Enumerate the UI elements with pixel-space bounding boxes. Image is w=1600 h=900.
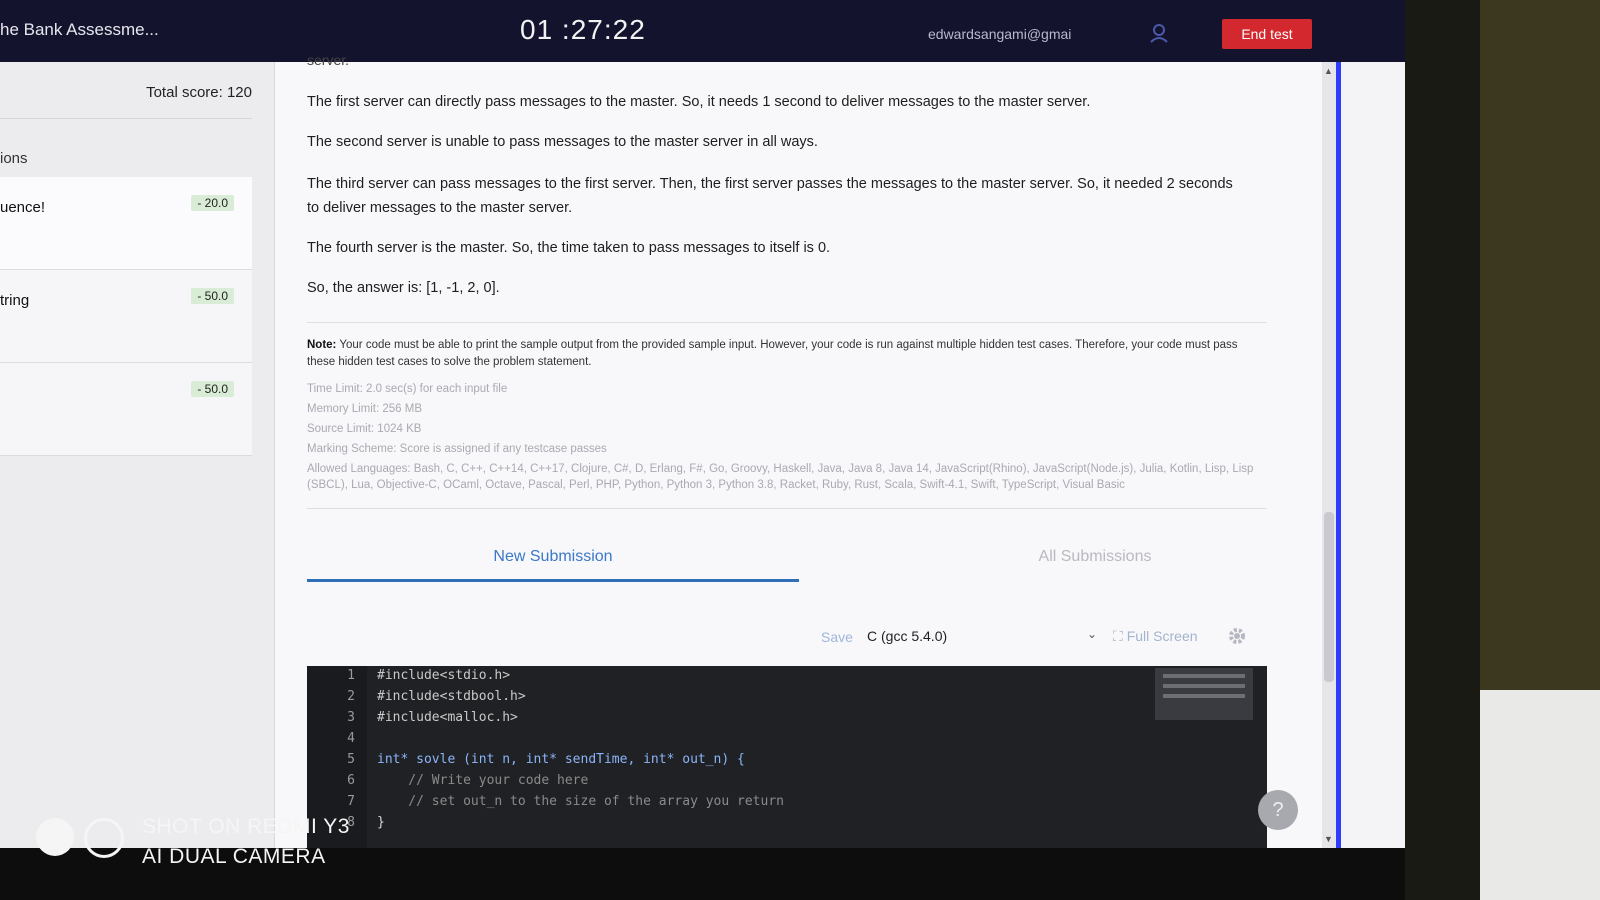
question-item[interactable]: tring - 50.0 <box>0 270 252 363</box>
memory-limit: Memory Limit: 256 MB <box>307 403 423 415</box>
code-line: 8 } <box>307 813 1267 834</box>
total-score: Total score: 120 <box>146 84 252 101</box>
scroll-thumb[interactable] <box>1324 512 1334 682</box>
answer-paragraph: So, the answer is: [1, -1, 2, 0]. <box>307 280 500 296</box>
background-device <box>1480 690 1600 900</box>
code-line: 1 #include<stdio.h> <box>307 666 1267 687</box>
line-number: 2 <box>347 689 355 704</box>
active-tab-indicator <box>307 579 799 582</box>
user-email: edwardsangami@gmai <box>928 26 1072 42</box>
clipped-text: server. <box>307 52 350 68</box>
editor-toolbar: Save C (gcc 5.4.0) ⌄ ⛶ Full Screen <box>307 626 1267 656</box>
code-line: 6 // Write your code here <box>307 771 1267 792</box>
sidebar-divider <box>0 118 252 119</box>
chevron-down-icon: ⌄ <box>1086 627 1097 641</box>
app-title: he Bank Assessme... <box>0 20 159 39</box>
help-icon[interactable]: ? <box>1258 790 1298 830</box>
line-number: 4 <box>347 731 355 746</box>
note-text: Your code must be able to print the samp… <box>307 339 1238 368</box>
section-divider <box>307 508 1267 509</box>
line-number: 1 <box>347 668 355 683</box>
watermark-ring-icon <box>84 818 124 858</box>
line-number: 6 <box>347 773 355 788</box>
code-line: 5 int* sovle (int n, int* sendTime, int*… <box>307 750 1267 771</box>
gear-icon[interactable] <box>1227 626 1247 646</box>
code-line: 2 #include<stdbool.h> <box>307 687 1267 708</box>
note-label: Note: <box>307 339 337 351</box>
code-line: 4 <box>307 729 1267 750</box>
score-badge: - 50.0 <box>191 381 234 397</box>
top-bar: he Bank Assessme... 01 :27:22 edwardsang… <box>0 0 1405 62</box>
explanation-paragraph: The first server can directly pass messa… <box>307 94 1091 110</box>
scroll-up-icon[interactable]: ▲ <box>1324 66 1333 76</box>
code-minimap[interactable] <box>1155 668 1253 720</box>
code-text: #include<malloc.h> <box>377 710 518 725</box>
question-label: tring <box>0 292 30 309</box>
code-text: // set out_n to the size of the array yo… <box>377 794 784 809</box>
section-divider <box>307 322 1267 323</box>
code-text: #include<stdbool.h> <box>377 689 526 704</box>
allowed-languages: Allowed Languages: Bash, C, C++, C++14, … <box>307 463 1254 491</box>
code-text: // Write your code here <box>377 773 589 788</box>
sidebar: Total score: 120 ions uence! - 20.0 trin… <box>0 62 275 848</box>
watermark-line: AI DUAL CAMERA <box>142 845 326 868</box>
question-label: uence! <box>0 199 46 216</box>
scrollbar[interactable]: ▲ ▼ <box>1322 62 1336 848</box>
watermark-line: SHOT ON REDMI Y3 <box>142 815 350 838</box>
source-limit: Source Limit: 1024 KB <box>307 423 422 435</box>
countdown-timer: 01 :27:22 <box>520 14 646 45</box>
code-editor[interactable]: 1 #include<stdio.h> 2 #include<stdbool.h… <box>307 666 1267 848</box>
explanation-paragraph: The third server can pass messages to th… <box>307 176 1233 216</box>
language-value: C (gcc 5.4.0) <box>867 628 948 644</box>
marking-scheme: Marking Scheme: Score is assigned if any… <box>307 443 607 455</box>
monitor-screen: he Bank Assessme... 01 :27:22 edwardsang… <box>0 0 1405 848</box>
question-item[interactable]: - 50.0 <box>0 363 252 456</box>
full-screen-label: Full Screen <box>1126 628 1198 644</box>
code-text: } <box>377 815 385 830</box>
time-limit: Time Limit: 2.0 sec(s) for each input fi… <box>307 383 508 395</box>
minimap-line <box>1163 674 1245 678</box>
problem-content: server. The first server can directly pa… <box>275 52 1335 848</box>
tab-all-submissions[interactable]: All Submissions <box>875 548 1315 566</box>
user-icon[interactable] <box>1148 22 1170 44</box>
full-screen-button[interactable]: ⛶ Full Screen <box>1113 628 1198 645</box>
minimap-line <box>1163 694 1245 698</box>
language-select[interactable]: C (gcc 5.4.0) ⌄ <box>867 627 1097 644</box>
tab-new-submission[interactable]: New Submission <box>307 548 799 566</box>
watermark-text: SHOT ON REDMI Y3 AI DUAL CAMERA <box>142 812 350 872</box>
save-button[interactable]: Save <box>815 628 859 646</box>
score-badge: - 50.0 <box>191 288 234 304</box>
window-edge <box>1336 62 1341 848</box>
minimap-line <box>1163 684 1245 688</box>
code-line: 3 #include<malloc.h> <box>307 708 1267 729</box>
watermark-dot-icon <box>36 818 74 856</box>
code-text: int* sovle (int n, int* sendTime, int* o… <box>377 752 745 767</box>
note-block: Note: Your code must be able to print th… <box>307 337 1267 371</box>
line-number: 5 <box>347 752 355 767</box>
question-item[interactable]: uence! - 20.0 <box>0 177 252 270</box>
section-label: ions <box>0 150 28 167</box>
expand-icon: ⛶ <box>1113 628 1123 644</box>
line-number: 7 <box>347 794 355 809</box>
background-wall <box>1480 0 1600 690</box>
code-line: 7 // set out_n to the size of the array … <box>307 792 1267 813</box>
score-badge: - 20.0 <box>191 195 234 211</box>
line-number: 3 <box>347 710 355 725</box>
explanation-paragraph: The fourth server is the master. So, the… <box>307 240 831 256</box>
explanation-paragraph: The second server is unable to pass mess… <box>307 134 818 150</box>
scroll-down-icon[interactable]: ▼ <box>1324 834 1333 844</box>
limits-block: Time Limit: 2.0 sec(s) for each input fi… <box>307 379 1267 493</box>
end-test-button[interactable]: End test <box>1222 19 1312 49</box>
code-text: #include<stdio.h> <box>377 668 511 683</box>
